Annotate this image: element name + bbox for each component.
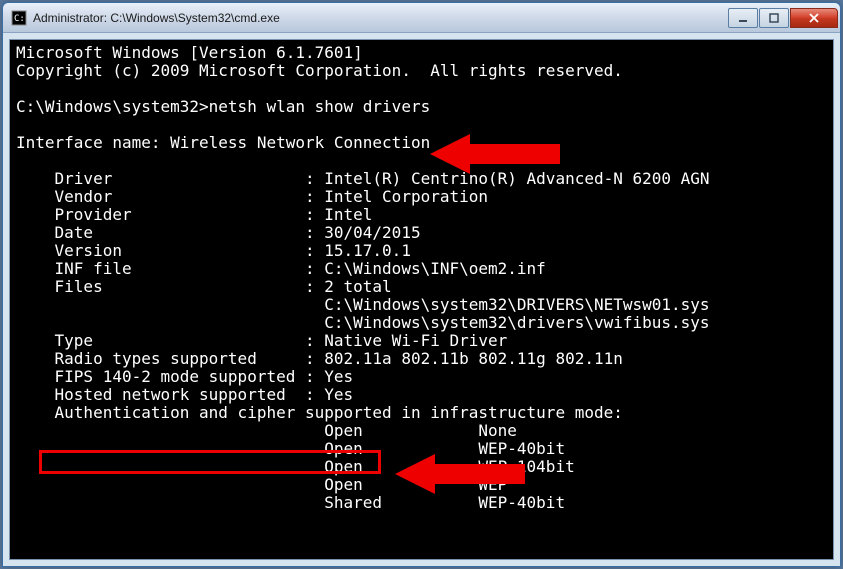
os-line: Microsoft Windows [Version 6.1.7601] [16,43,363,62]
radio-value: 802.11a 802.11b 802.11g 802.11n [324,349,623,368]
close-button[interactable] [790,8,838,28]
auth-row: Open WEP [16,475,507,494]
radio-label: Radio types supported : [16,349,324,368]
version-label: Version : [16,241,324,260]
window-controls [727,8,838,28]
provider-value: Intel [324,205,372,224]
cmd-window: C: Administrator: C:\Windows\System32\cm… [2,2,841,567]
console-output: Microsoft Windows [Version 6.1.7601] Cop… [10,40,833,516]
command-text: netsh wlan show drivers [209,97,431,116]
auth-row: Shared WEP-40bit [16,493,565,512]
minimize-button[interactable] [728,8,758,28]
hosted-label: Hosted network supported : [16,385,324,404]
auth-header: Authentication and cipher supported in i… [16,403,623,422]
inf-label: INF file : [16,259,324,278]
date-label: Date : [16,223,324,242]
driver-value: Intel(R) Centrino(R) Advanced-N 6200 AGN [324,169,709,188]
interface-label: Interface name: [16,133,170,152]
type-value: Native Wi-Fi Driver [324,331,507,350]
inf-value: C:\Windows\INF\oem2.inf [324,259,546,278]
fips-value: Yes [324,367,353,386]
files-label: Files : [16,277,324,296]
type-label: Type : [16,331,324,350]
copyright-line: Copyright (c) 2009 Microsoft Corporation… [16,61,623,80]
file2: C:\Windows\system32\drivers\vwifibus.sys [16,313,710,332]
cmd-icon: C: [11,10,27,26]
title-bar[interactable]: C: Administrator: C:\Windows\System32\cm… [3,3,840,33]
driver-label: Driver : [16,169,324,188]
fips-label: FIPS 140-2 mode supported : [16,367,324,386]
version-value: 15.17.0.1 [324,241,411,260]
vendor-value: Intel Corporation [324,187,488,206]
hosted-value: Yes [324,385,353,404]
svg-text:C:: C: [14,14,25,24]
vendor-label: Vendor : [16,187,324,206]
file1: C:\Windows\system32\DRIVERS\NETwsw01.sys [16,295,710,314]
console-area[interactable]: Microsoft Windows [Version 6.1.7601] Cop… [9,39,834,560]
auth-row: Open WEP-40bit [16,439,565,458]
files-value: 2 total [324,277,391,296]
window-title: Administrator: C:\Windows\System32\cmd.e… [33,11,727,25]
maximize-button[interactable] [759,8,789,28]
date-value: 30/04/2015 [324,223,420,242]
interface-value: Wireless Network Connection [170,133,430,152]
provider-label: Provider : [16,205,324,224]
auth-row: Open WEP-104bit [16,457,575,476]
prompt: C:\Windows\system32> [16,97,209,116]
auth-row: Open None [16,421,517,440]
